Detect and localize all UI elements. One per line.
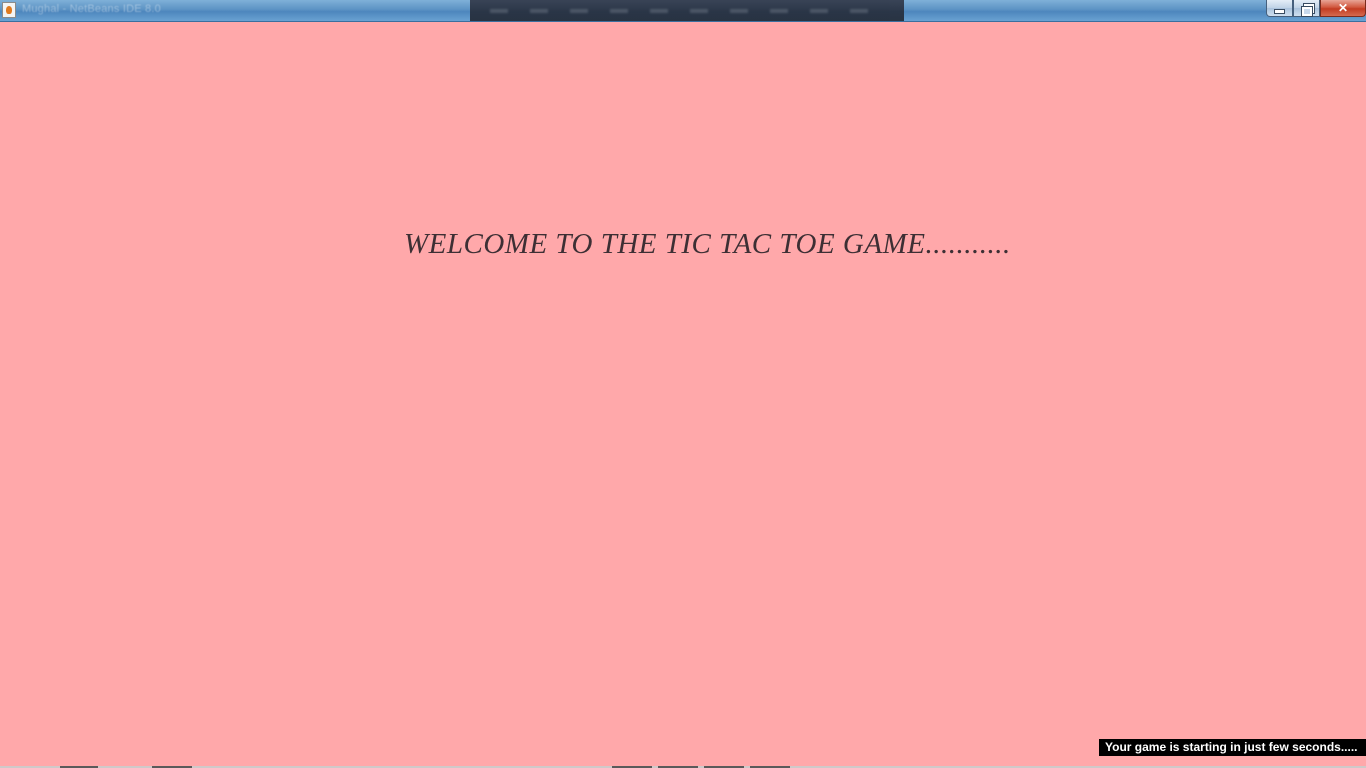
title-bar[interactable]: Mughal - NetBeans IDE 8.0 ✕ bbox=[0, 0, 1366, 22]
game-splash-panel: WELCOME TO THE TIC TAC TOE GAME.........… bbox=[0, 22, 1366, 768]
welcome-heading: WELCOME TO THE TIC TAC TOE GAME.........… bbox=[404, 228, 1011, 260]
restore-button[interactable] bbox=[1293, 0, 1320, 17]
loading-status-label: Your game is starting in just few second… bbox=[1099, 739, 1366, 756]
minimize-icon bbox=[1274, 8, 1285, 14]
minimize-button[interactable] bbox=[1266, 0, 1293, 17]
java-app-icon[interactable] bbox=[2, 2, 16, 18]
title-bar-background-strip bbox=[470, 0, 904, 21]
window-controls: ✕ bbox=[1266, 0, 1366, 19]
window-title: Mughal - NetBeans IDE 8.0 bbox=[22, 3, 161, 15]
close-icon: ✕ bbox=[1337, 1, 1349, 15]
close-button[interactable]: ✕ bbox=[1320, 0, 1366, 17]
restore-icon bbox=[1300, 2, 1315, 17]
